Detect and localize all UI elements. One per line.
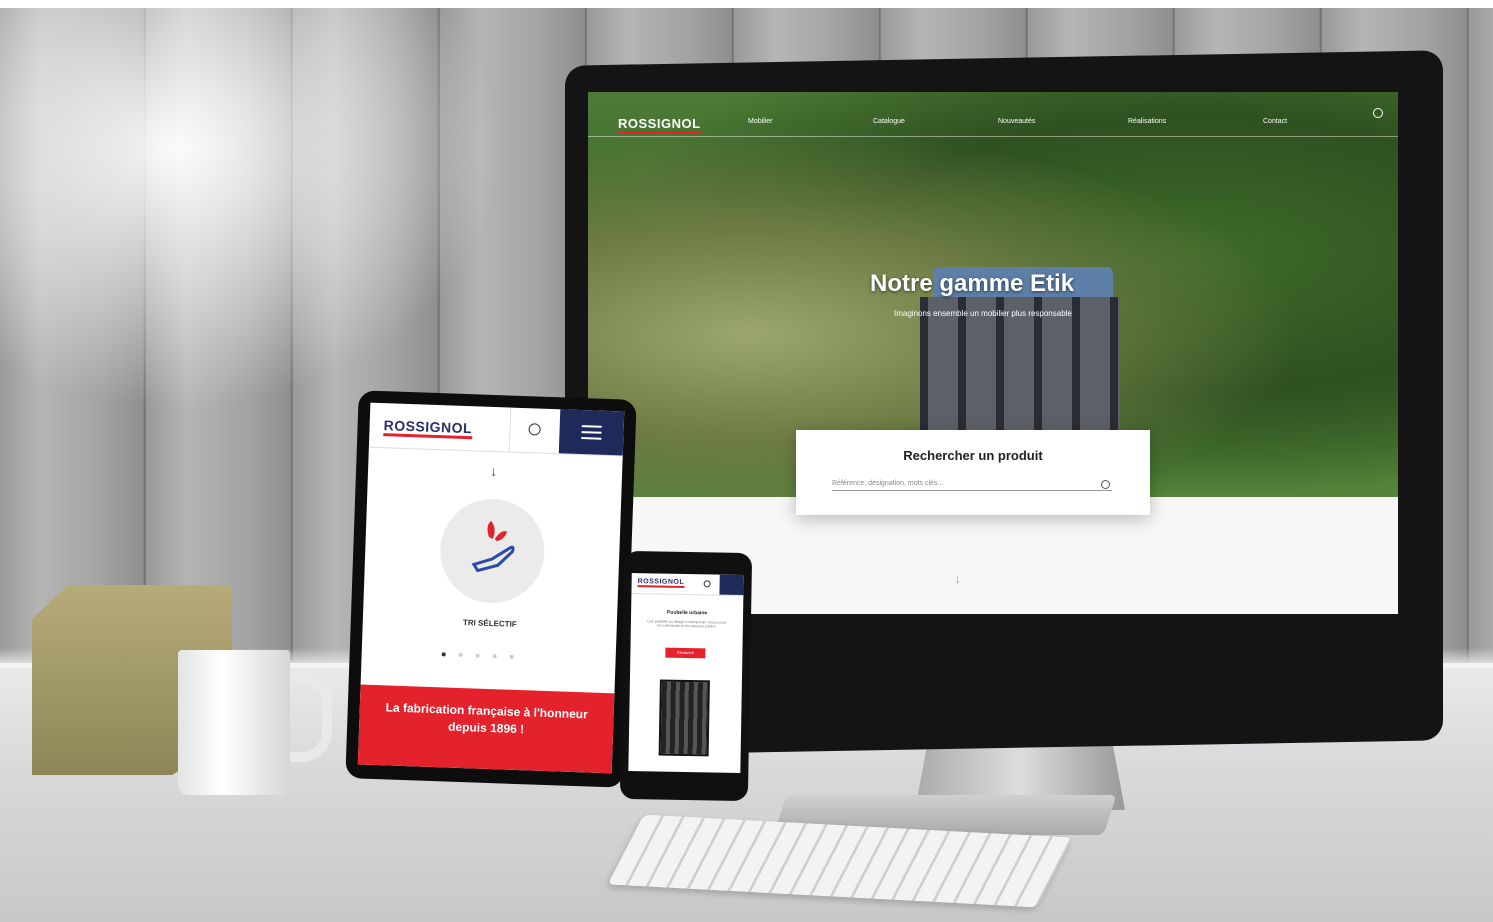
- carousel-dot[interactable]: [509, 654, 514, 659]
- arrow-down-icon[interactable]: ↓: [954, 570, 961, 586]
- desktop-logo[interactable]: ROSSIGNOL: [618, 116, 701, 134]
- coffee-mug: [178, 650, 290, 795]
- banner-text: La fabrication française à l'honneur dep…: [385, 700, 589, 737]
- menu-icon: [581, 425, 602, 428]
- search-icon: [528, 423, 541, 436]
- menu-icon-line: [581, 431, 602, 434]
- desktop-nav: ROSSIGNOL Mobilier Catalogue Nouveautés …: [588, 108, 1398, 137]
- nav-item-nouveautes[interactable]: Nouveautés: [998, 118, 1035, 125]
- phone-screen: ROSSIGNOL Poubelle urbaine Une poubelle …: [628, 573, 744, 773]
- tablet-search-button[interactable]: [508, 407, 562, 454]
- nav-item-mobilier[interactable]: Mobilier: [748, 118, 773, 125]
- phone-header: ROSSIGNOL: [631, 573, 744, 596]
- nav-item-catalogue[interactable]: Catalogue: [873, 118, 905, 125]
- carousel-dot[interactable]: [492, 654, 497, 659]
- product-search-card: Rechercher un produit Référence, désigna…: [796, 430, 1150, 515]
- category-circle[interactable]: [438, 497, 547, 605]
- product-image[interactable]: [658, 679, 710, 757]
- search-title: Rechercher un produit: [903, 448, 1043, 463]
- desktop-screen: ROSSIGNOL Mobilier Catalogue Nouveautés …: [588, 92, 1398, 614]
- product-title: Poubelle urbaine: [666, 609, 708, 617]
- tablet-screen: ROSSIGNOL ↓ TRI SÉLECTIF La fabrication …: [357, 402, 625, 774]
- phone-device: ROSSIGNOL Poubelle urbaine Une poubelle …: [619, 550, 753, 802]
- product-text: Une poubelle au design contemporain conç…: [647, 619, 727, 629]
- phone-menu-button[interactable]: [719, 574, 744, 595]
- search-icon[interactable]: [1101, 480, 1110, 489]
- tablet-menu-button[interactable]: [558, 409, 625, 456]
- carousel-dots[interactable]: [441, 643, 527, 664]
- tablet-logo[interactable]: ROSSIGNOL: [383, 417, 473, 440]
- hero-title: Notre gamme Etik: [870, 270, 1075, 297]
- category-label: TRI SÉLECTIF: [462, 618, 517, 629]
- search-input[interactable]: Référence, désignation, mots clés...: [832, 480, 1112, 491]
- tablet-header: ROSSIGNOL: [368, 402, 625, 457]
- menu-icon-line: [581, 437, 602, 440]
- carousel-dot[interactable]: [458, 652, 463, 658]
- phone-logo[interactable]: ROSSIGNOL: [637, 578, 685, 588]
- discover-button[interactable]: Découvrir: [665, 647, 706, 659]
- window-light: [0, 8, 500, 408]
- hero-subtitle: Imaginons ensemble un mobilier plus resp…: [894, 309, 1072, 318]
- hand-leaf-icon: [471, 520, 515, 573]
- search-icon[interactable]: [1373, 108, 1383, 118]
- arrow-down-icon[interactable]: ↓: [490, 463, 498, 479]
- nav-item-contact[interactable]: Contact: [1263, 118, 1287, 125]
- nav-item-realisations[interactable]: Réalisations: [1128, 118, 1166, 125]
- carousel-dot[interactable]: [441, 652, 446, 657]
- made-in-france-banner: La fabrication française à l'honneur dep…: [357, 684, 615, 774]
- search-icon[interactable]: [703, 580, 711, 588]
- tablet-device: ROSSIGNOL ↓ TRI SÉLECTIF La fabrication …: [345, 390, 637, 788]
- carousel-dot[interactable]: [475, 653, 480, 658]
